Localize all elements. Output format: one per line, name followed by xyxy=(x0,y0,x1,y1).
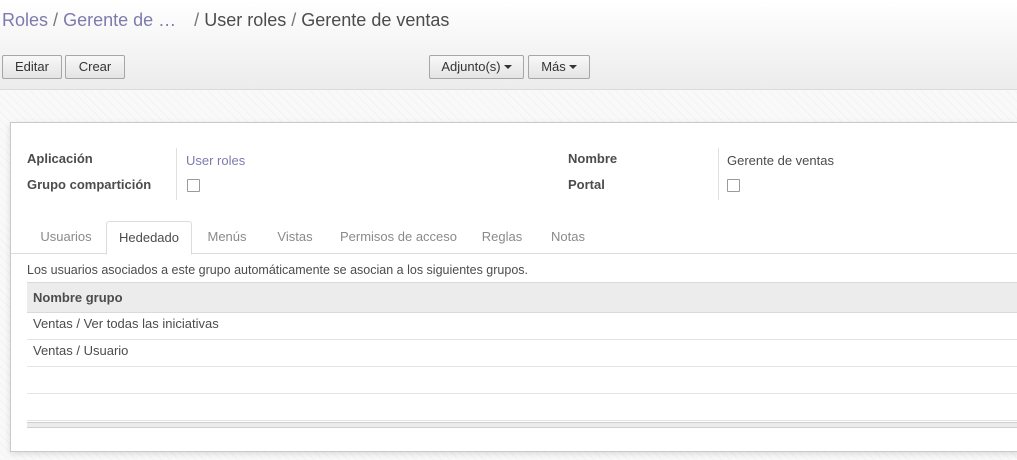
table-row-empty xyxy=(27,394,1017,421)
application-value[interactable]: User roles xyxy=(186,153,245,168)
more-label: Más xyxy=(541,59,566,74)
breadcrumb-roles[interactable]: Roles xyxy=(2,10,48,30)
more-dropdown[interactable]: Más xyxy=(528,55,590,79)
tab-reglas[interactable]: Reglas xyxy=(471,221,533,254)
attachments-dropdown[interactable]: Adjunto(s) xyxy=(429,55,524,79)
table-row[interactable]: Ventas / Usuario xyxy=(27,340,1017,367)
application-label: Aplicación xyxy=(27,151,93,166)
share-group-label: Grupo compartición xyxy=(27,177,152,192)
notebook-tabs: Usuarios Hededado Menús Vistas Permisos … xyxy=(11,221,1017,255)
form-sheet: Aplicación Grupo compartición User roles… xyxy=(10,122,1017,452)
attachments-label: Adjunto(s) xyxy=(441,59,501,74)
tab-usuarios[interactable]: Usuarios xyxy=(28,221,104,254)
portal-checkbox[interactable] xyxy=(727,179,740,192)
breadcrumb-separator: / xyxy=(194,10,200,30)
tab-vistas[interactable]: Vistas xyxy=(262,221,328,254)
create-button[interactable]: Crear xyxy=(65,55,125,79)
caret-down-icon xyxy=(568,64,577,69)
breadcrumb-current: Gerente de ventas xyxy=(301,10,450,30)
name-value: Gerente de ventas xyxy=(727,153,834,168)
table-footer xyxy=(27,422,1017,428)
breadcrumb: Roles / Gerente de … / User roles / Gere… xyxy=(2,9,449,31)
portal-label: Portal xyxy=(568,177,605,192)
breadcrumb-gerente[interactable]: Gerente de … xyxy=(63,10,176,30)
breadcrumb-user-roles: User roles xyxy=(204,10,287,30)
share-group-checkbox[interactable] xyxy=(187,179,200,192)
column-header-group-name[interactable]: Nombre grupo xyxy=(27,282,1017,313)
edit-button[interactable]: Editar xyxy=(2,55,62,79)
table-row-empty xyxy=(27,367,1017,394)
field-divider xyxy=(176,148,177,200)
tab-notas[interactable]: Notas xyxy=(537,221,599,254)
control-panel: Roles / Gerente de … / User roles / Gere… xyxy=(0,0,1017,90)
caret-down-icon xyxy=(503,64,512,69)
tab-menus[interactable]: Menús xyxy=(194,221,260,254)
inherited-groups-table: Nombre grupo Ventas / Ver todas las inic… xyxy=(27,282,1017,428)
breadcrumb-separator: / xyxy=(53,10,59,30)
tab-permisos-de-acceso[interactable]: Permisos de acceso xyxy=(330,221,467,254)
name-label: Nombre xyxy=(568,151,618,166)
breadcrumb-separator: / xyxy=(291,10,297,30)
table-row[interactable]: Ventas / Ver todas las iniciativas xyxy=(27,313,1017,340)
inherited-description: Los usuarios asociados a este grupo auto… xyxy=(27,263,528,277)
field-divider xyxy=(718,148,719,200)
tab-hededado[interactable]: Hededado xyxy=(106,221,192,255)
